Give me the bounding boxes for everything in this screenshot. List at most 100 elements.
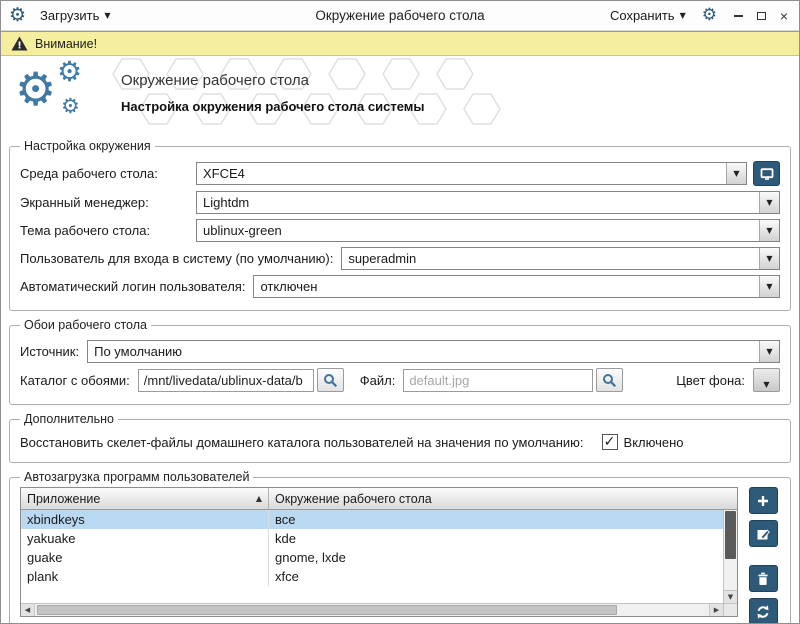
autostart-table-header: Приложение ▲ Окружение рабочего стола	[21, 488, 737, 510]
cell-environment: gnome, lxde	[269, 550, 723, 565]
cell-environment: xfce	[269, 569, 723, 584]
wallpaper-source-label: Источник:	[20, 344, 79, 359]
wallpaper-file-input[interactable]	[403, 369, 593, 392]
load-menu-button[interactable]: Загрузить ▼	[34, 5, 117, 26]
theme-label: Тема рабочего стола:	[20, 223, 188, 238]
warning-text: Внимание!	[35, 37, 97, 51]
edit-pencil-icon	[755, 526, 771, 542]
scrollbar-corner	[723, 603, 737, 616]
section-autostart-legend: Автозагрузка программ пользователей	[20, 470, 253, 484]
search-icon	[323, 373, 338, 388]
autologin-select[interactable]: отключен ▼	[253, 275, 780, 298]
edit-button[interactable]	[749, 520, 778, 547]
cell-application: plank	[21, 567, 269, 586]
chevron-down-icon: ▼	[759, 248, 779, 269]
autologin-label: Автоматический логин пользователя:	[20, 279, 245, 294]
table-row[interactable]: yakuake kde	[21, 529, 723, 548]
chevron-down-icon: ▼	[759, 220, 779, 241]
sort-asc-icon: ▲	[256, 494, 262, 503]
cell-environment: kde	[269, 531, 723, 546]
warning-triangle-icon: !	[11, 36, 28, 51]
theme-value: ublinux-green	[203, 223, 759, 238]
scroll-down-arrow-icon[interactable]: ▼	[724, 590, 737, 603]
display-manager-label: Экранный менеджер:	[20, 195, 188, 210]
bg-color-label: Цвет фона:	[676, 373, 745, 388]
cell-application: yakuake	[21, 529, 269, 548]
desktop-env-value: XFCE4	[203, 166, 726, 181]
directory-browse-button[interactable]	[317, 368, 344, 392]
settings-gear-button[interactable]: ⚙	[702, 7, 717, 24]
table-row[interactable]: xbindkeys все	[21, 510, 723, 529]
skeleton-restore-checkbox[interactable]: ✓	[602, 434, 618, 450]
display-manager-value: Lightdm	[203, 195, 759, 210]
cell-environment: все	[269, 512, 723, 527]
header-subtitle: Настройка окружения рабочего стола систе…	[121, 99, 425, 114]
chevron-down-icon: ▼	[759, 341, 779, 362]
file-browse-button[interactable]	[596, 368, 623, 392]
refresh-button[interactable]	[749, 598, 778, 624]
column-header-application-label: Приложение	[27, 492, 100, 506]
skeleton-restore-label: Восстановить скелет-файлы домашнего ката…	[20, 435, 584, 450]
refresh-icon	[755, 604, 771, 620]
column-header-application[interactable]: Приложение ▲	[21, 488, 269, 509]
horizontal-scrollbar-thumb[interactable]	[37, 605, 617, 615]
horizontal-scrollbar[interactable]: ◀ ▶	[21, 603, 723, 616]
display-manager-select[interactable]: Lightdm ▼	[196, 191, 780, 214]
chevron-down-icon: ▼	[759, 192, 779, 213]
page-header: ⚙⚙⚙ Окружение рабочего стола Настройка о…	[1, 56, 799, 136]
autostart-table: Приложение ▲ Окружение рабочего стола xb…	[20, 487, 738, 617]
vertical-scrollbar[interactable]: ▼	[723, 510, 737, 603]
section-environment: Настройка окружения Среда рабочего стола…	[9, 139, 791, 311]
chevron-down-icon: ▼	[759, 276, 779, 297]
add-button[interactable]	[749, 487, 778, 514]
default-user-select[interactable]: superadmin ▼	[341, 247, 780, 270]
table-row[interactable]: plank xfce	[21, 567, 723, 586]
table-row[interactable]: guake gnome, lxde	[21, 548, 723, 567]
app-window: ⚙ Загрузить ▼ Окружение рабочего стола С…	[0, 0, 800, 624]
window-title: Окружение рабочего стола	[315, 8, 484, 23]
save-menu-label: Сохранить	[610, 8, 675, 23]
maximize-button[interactable]	[754, 9, 768, 23]
autostart-table-body: xbindkeys все yakuake kde guake gnome, l…	[21, 510, 723, 603]
header-title: Окружение рабочего стола	[121, 72, 425, 89]
search-icon	[602, 373, 617, 388]
column-header-environment[interactable]: Окружение рабочего стола	[269, 488, 737, 509]
scroll-right-arrow-icon[interactable]: ▶	[709, 604, 723, 616]
section-wallpaper-legend: Обои рабочего стола	[20, 318, 151, 332]
monitor-icon	[759, 166, 775, 182]
svg-text:!: !	[17, 41, 22, 51]
chevron-down-icon: ▼	[680, 11, 686, 20]
gears-logo-icon: ⚙⚙⚙	[15, 60, 101, 134]
trash-icon	[755, 571, 771, 587]
chevron-down-icon: ▼	[104, 11, 110, 20]
desktop-env-extra-button[interactable]	[753, 161, 780, 186]
desktop-env-select[interactable]: XFCE4 ▼	[196, 162, 747, 185]
titlebar: ⚙ Загрузить ▼ Окружение рабочего стола С…	[1, 1, 799, 31]
close-button[interactable]: ×	[777, 9, 791, 23]
column-header-environment-label: Окружение рабочего стола	[275, 492, 432, 506]
section-autostart: Автозагрузка программ пользователей Прил…	[9, 470, 791, 624]
plus-icon	[755, 493, 771, 509]
minimize-button[interactable]	[731, 9, 745, 23]
section-wallpaper: Обои рабочего стола Источник: По умолчан…	[9, 318, 791, 405]
autologin-value: отключен	[260, 279, 759, 294]
save-menu-button[interactable]: Сохранить ▼	[604, 5, 692, 26]
wallpaper-file-label: Файл:	[360, 373, 396, 388]
warning-banner: ! Внимание!	[1, 31, 799, 56]
default-user-value: superadmin	[348, 251, 759, 266]
default-user-label: Пользователь для входа в систему (по умо…	[20, 251, 333, 266]
wallpaper-directory-label: Каталог с обоями:	[20, 373, 130, 388]
bg-color-select[interactable]: ▼	[753, 368, 780, 392]
delete-button[interactable]	[749, 565, 778, 592]
check-icon: ✓	[604, 435, 616, 449]
chevron-down-icon: ▼	[763, 380, 769, 389]
theme-select[interactable]: ublinux-green ▼	[196, 219, 780, 242]
checkbox-enabled-label: Включено	[624, 435, 684, 450]
wallpaper-source-value: По умолчанию	[94, 344, 759, 359]
section-additional-legend: Дополнительно	[20, 412, 118, 426]
vertical-scrollbar-thumb[interactable]	[725, 511, 736, 559]
wallpaper-directory-input[interactable]	[138, 369, 314, 392]
scroll-left-arrow-icon[interactable]: ◀	[21, 604, 35, 616]
wallpaper-source-select[interactable]: По умолчанию ▼	[87, 340, 780, 363]
section-additional: Дополнительно Восстановить скелет-файлы …	[9, 412, 791, 463]
